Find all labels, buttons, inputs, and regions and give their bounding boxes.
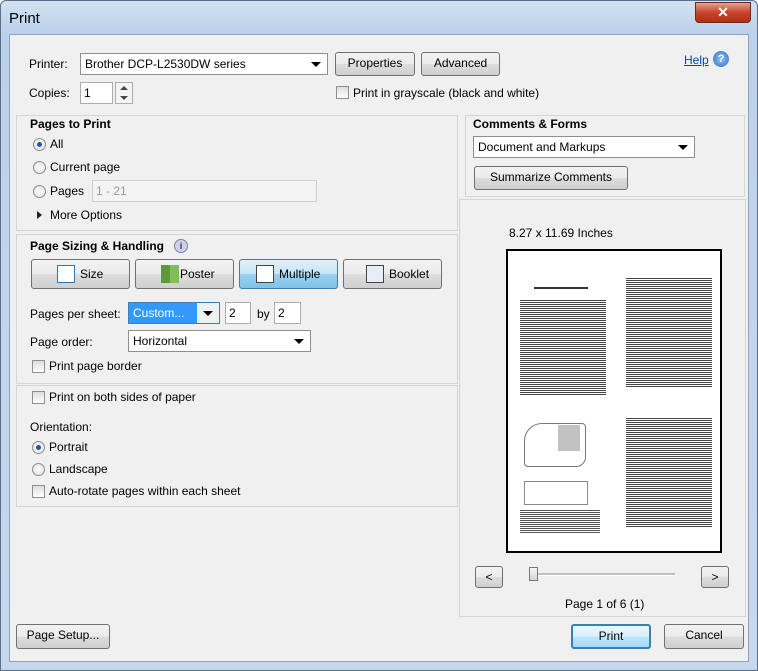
all-label: All <box>50 137 64 151</box>
portrait-label: Portrait <box>49 440 88 454</box>
chevron-down-icon <box>197 303 219 323</box>
autorotate-label: Auto-rotate pages within each sheet <box>49 484 241 498</box>
pages-label: Pages <box>50 184 85 198</box>
preview-page-2 <box>618 257 718 397</box>
print-button[interactable]: Print <box>571 624 651 649</box>
figure-photo <box>558 425 580 451</box>
current-page-label: Current page <box>50 160 121 174</box>
figure-chart <box>524 481 588 505</box>
autorotate-checkbox[interactable] <box>32 485 45 498</box>
chevron-up-icon[interactable] <box>120 86 128 90</box>
pages-y-input[interactable]: 2 <box>274 302 301 324</box>
more-options-link[interactable]: More Options <box>50 208 122 222</box>
comments-select[interactable]: Document and Markups <box>473 136 695 158</box>
close-icon: ✕ <box>717 4 729 20</box>
orientation-panel: Print on both sides of paper Orientation… <box>16 385 458 507</box>
orientation-label: Orientation: <box>30 420 93 434</box>
mode-multiple-button[interactable]: Multiple <box>239 259 338 289</box>
duplex-checkbox[interactable] <box>32 391 45 404</box>
dialog-body: Printer: Brother DCP-L2530DW series Prop… <box>9 34 749 662</box>
copies-stepper[interactable] <box>115 82 133 104</box>
page-border-checkbox[interactable] <box>32 360 45 373</box>
page-preview <box>506 249 722 553</box>
grayscale-checkbox[interactable] <box>336 86 349 99</box>
comments-heading: Comments & Forms <box>473 117 588 131</box>
mode-poster-label: Poster <box>180 267 215 281</box>
by-label: by <box>257 307 270 321</box>
expand-arrow-icon[interactable] <box>37 211 42 219</box>
mode-size-label: Size <box>80 267 104 281</box>
properties-button[interactable]: Properties <box>335 52 415 76</box>
duplex-label: Print on both sides of paper <box>49 390 196 404</box>
help-link[interactable]: Help <box>684 53 709 67</box>
info-icon[interactable]: i <box>174 239 188 253</box>
poster-icon <box>161 265 179 283</box>
cancel-button[interactable]: Cancel <box>664 624 744 649</box>
size-icon <box>57 265 75 283</box>
pages-per-sheet-label: Pages per sheet: <box>30 307 121 321</box>
preview-page-4 <box>618 405 718 545</box>
pages-to-print-panel: Pages to Print All Current page Pages 1 … <box>16 115 458 231</box>
grayscale-label: Print in grayscale (black and white) <box>353 86 540 100</box>
pages-per-sheet-value: Custom... <box>133 306 185 320</box>
preview-page-1 <box>512 257 612 397</box>
pages-x-input[interactable]: 2 <box>225 302 251 324</box>
current-page-radio[interactable] <box>33 161 46 174</box>
booklet-icon <box>366 265 384 283</box>
page-sizing-panel: Page Sizing & Handling i Size Poster Mul… <box>16 234 458 384</box>
mode-multiple-label: Multiple <box>279 267 321 281</box>
chevron-down-icon <box>288 331 310 351</box>
printer-value: Brother DCP-L2530DW series <box>85 57 246 71</box>
next-page-button[interactable]: > <box>701 566 729 588</box>
chevron-down-icon[interactable] <box>120 96 128 100</box>
printer-select[interactable]: Brother DCP-L2530DW series <box>80 53 328 75</box>
pages-per-sheet-select[interactable]: Custom... <box>128 302 220 324</box>
page-setup-button[interactable]: Page Setup... <box>16 624 110 649</box>
mode-size-button[interactable]: Size <box>31 259 130 289</box>
page-order-label: Page order: <box>30 335 93 349</box>
close-button[interactable]: ✕ <box>695 2 751 23</box>
mode-booklet-button[interactable]: Booklet <box>343 259 442 289</box>
portrait-radio[interactable] <box>32 441 45 454</box>
summarize-comments-button[interactable]: Summarize Comments <box>474 166 628 190</box>
page-slider-track[interactable] <box>529 573 675 576</box>
page-slider-thumb[interactable] <box>529 567 538 581</box>
help-icon[interactable]: ? <box>713 51 729 67</box>
mode-booklet-label: Booklet <box>389 267 430 281</box>
page-order-value: Horizontal <box>133 334 188 348</box>
pages-radio[interactable] <box>33 185 46 198</box>
page-order-select[interactable]: Horizontal <box>128 330 311 352</box>
all-radio[interactable] <box>33 138 46 151</box>
window-title: Print <box>9 10 40 27</box>
comments-panel: Comments & Forms Document and Markups Su… <box>465 115 745 197</box>
copies-input[interactable]: 1 <box>80 82 113 104</box>
advanced-button[interactable]: Advanced <box>421 52 500 76</box>
copies-label: Copies: <box>29 86 70 100</box>
comments-value: Document and Markups <box>478 140 606 154</box>
chevron-down-icon <box>305 54 327 74</box>
preview-page-3 <box>512 405 612 545</box>
previous-page-button[interactable]: < <box>475 566 503 588</box>
landscape-radio[interactable] <box>32 463 45 476</box>
page-sizing-heading: Page Sizing & Handling <box>30 239 165 253</box>
print-dialog: Print ✕ Printer: Brother DCP-L2530DW ser… <box>0 0 758 671</box>
landscape-label: Landscape <box>49 462 108 476</box>
pages-range-input[interactable]: 1 - 21 <box>92 180 317 202</box>
page-border-label: Print page border <box>49 359 142 373</box>
multiple-icon <box>256 265 274 283</box>
page-info-label: Page 1 of 6 (1) <box>565 597 645 611</box>
printer-label: Printer: <box>29 57 68 71</box>
mode-poster-button[interactable]: Poster <box>135 259 234 289</box>
paper-size-label: 8.27 x 11.69 Inches <box>509 226 613 240</box>
chevron-down-icon <box>672 137 694 157</box>
pages-to-print-heading: Pages to Print <box>30 117 111 131</box>
